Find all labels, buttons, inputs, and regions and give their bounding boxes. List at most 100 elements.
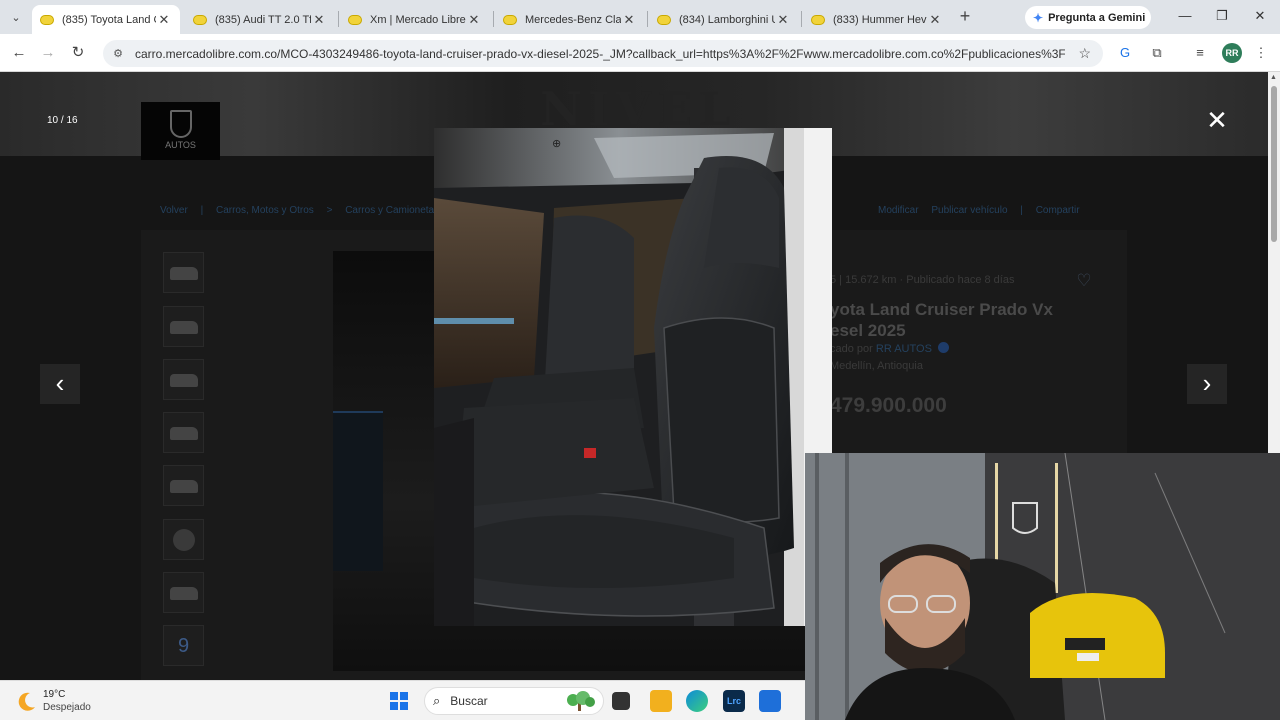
lightroom-icon[interactable]: Lrc [723,690,745,712]
store-app-icon[interactable] [759,690,781,712]
store-logo[interactable]: AUTOS [141,102,220,160]
tab-title: Xm | Mercado Libre [370,13,466,26]
tab-separator [338,11,339,27]
search-icon: ⌕ [433,693,441,708]
webcam-overlay [805,453,1280,720]
edge-browser-icon[interactable] [686,690,708,712]
more-photos-thumbnail[interactable]: 9 [163,625,204,666]
reload-icon[interactable]: ↻ [68,43,88,63]
thumbnail[interactable] [163,306,204,347]
mercadolibre-favicon-icon [811,14,825,25]
listing-location: Medellín, Antioquia [830,360,923,372]
breadcrumb-back-link[interactable]: Volver [160,205,188,216]
close-window-icon[interactable]: ✕ [1250,8,1270,24]
tab-separator [647,11,648,27]
search-placeholder: Buscar [450,694,488,708]
new-tab-button[interactable]: + [956,7,974,26]
mercadolibre-favicon-icon [193,14,207,25]
modify-link[interactable]: Modificar [878,205,919,216]
tab-title: (833) Hummer Hev 3 [833,13,927,26]
tab-audi[interactable]: (835) Audi TT 2.0 Tfsi ✕ [185,5,335,34]
tab-separator [801,11,802,27]
omnibox[interactable]: ⚙ carro.mercadolibre.com.co/MCO-43032494… [103,40,1103,67]
media-controls-icon[interactable]: ≡ [1191,44,1209,62]
moon-weather-icon[interactable] [16,690,38,712]
tab-close-icon[interactable]: ✕ [466,12,482,28]
breadcrumb-separator: > [326,205,333,216]
close-gallery-icon[interactable]: ✕ [1206,107,1228,133]
back-arrow-icon[interactable]: ← [9,43,29,63]
tab-separator [493,11,494,27]
tab-close-icon[interactable]: ✕ [621,12,637,28]
weather-description[interactable]: Despejado [43,702,91,713]
favorite-heart-icon[interactable]: ♡ [1075,272,1093,290]
thumbnail[interactable] [163,252,204,293]
bookmark-star-icon[interactable]: ☆ [1078,45,1091,62]
thumbnail[interactable] [163,519,204,560]
scrollbar-thumb[interactable] [1271,86,1277,242]
tab-close-icon[interactable]: ✕ [311,12,327,28]
mercadolibre-favicon-icon [503,14,517,25]
thumbnail[interactable] [163,572,204,613]
windows-start-icon[interactable] [390,692,408,710]
listing-price: 479.900.000 [830,394,947,417]
tab-search-chevron-icon[interactable]: ⌄ [6,7,26,27]
minimize-icon[interactable]: — [1175,8,1195,23]
thumbnail[interactable] [163,412,204,453]
tab-title: (835) Audi TT 2.0 Tfsi [215,13,311,26]
breadcrumb-subcategory[interactable]: Carros y Camionetas [345,205,439,216]
gallery-counter: 10 / 16 [47,115,78,126]
gemini-button[interactable]: ✦ Pregunta a Gemini [1025,6,1151,29]
scroll-up-icon[interactable]: ▲ [1270,74,1277,81]
windows-taskbar: 19°C Despejado ⌕ Buscar Lrc [0,680,805,720]
tab-hummer[interactable]: (833) Hummer Hev 3 ✕ [803,5,951,34]
address-toolbar: ← → ↻ ⚙ carro.mercadolibre.com.co/MCO-43… [0,34,1280,72]
extensions-puzzle-icon[interactable]: ⧉ [1148,44,1166,62]
webcam-video [805,453,1280,720]
previous-photo-button[interactable]: ‹ [40,364,80,404]
gemini-label: Pregunta a Gemini [1048,11,1146,24]
lightbox-photo[interactable] [434,128,832,626]
site-info-icon[interactable]: ⚙ [111,47,125,61]
thumbnail[interactable] [163,465,204,506]
tab-mercedes[interactable]: Mercedes-Benz Clase ✕ [495,5,645,34]
gemini-sparkle-icon: ✦ [1033,10,1044,25]
tab-xm[interactable]: Xm | Mercado Libre ✕ [340,5,490,34]
car-interior-photo [434,128,804,626]
store-logo-text: AUTOS [165,140,196,150]
mercadolibre-favicon-icon [40,14,54,25]
chrome-menu-icon[interactable]: ⋮ [1252,44,1270,62]
mercadolibre-favicon-icon [348,14,362,25]
listing-actions: Modificar Publicar vehículo | Compartir [878,205,1090,216]
breadcrumb-separator: | [200,205,204,216]
tab-close-icon[interactable]: ✕ [927,12,943,28]
tab-toyota[interactable]: (835) Toyota Land Cr ✕ [32,5,180,34]
share-link[interactable]: Compartir [1036,205,1080,216]
seller-prefix: cado por [830,343,873,355]
restore-icon[interactable]: ❐ [1212,8,1232,24]
search-highlight-tree-icon [567,691,595,711]
forward-arrow-icon[interactable]: → [38,43,58,63]
thumbnail[interactable] [163,359,204,400]
breadcrumb: Volver | Carros, Motos y Otros > Carros … [160,205,449,216]
file-explorer-icon[interactable] [650,690,672,712]
task-view-icon[interactable] [612,692,630,710]
seller-link[interactable]: RR AUTOS [876,343,932,355]
tab-lamborghini[interactable]: (834) Lamborghini U ✕ [649,5,799,34]
tab-strip: ⌄ (835) Toyota Land Cr ✕ (835) Audi TT 2… [0,0,1280,34]
page-scrollbar[interactable]: ▲ [1268,72,1280,453]
tab-close-icon[interactable]: ✕ [775,12,791,28]
publish-vehicle-link[interactable]: Publicar vehículo [931,205,1007,216]
tab-title: (834) Lamborghini U [679,13,775,26]
next-photo-button[interactable]: › [1187,364,1227,404]
translate-icon[interactable]: G [1116,44,1134,62]
tab-close-icon[interactable]: ✕ [156,12,172,28]
url-text[interactable]: carro.mercadolibre.com.co/MCO-4303249486… [135,47,1065,61]
seller-line: cado por RR AUTOS [830,342,949,355]
listing-title: yota Land Cruiser Prado Vx esel 2025 [830,300,1053,340]
profile-avatar[interactable]: RR [1222,43,1242,63]
weather-temperature[interactable]: 19°C [43,689,65,700]
verified-badge-icon [937,342,949,353]
taskbar-search[interactable]: ⌕ Buscar [424,687,604,715]
breadcrumb-category[interactable]: Carros, Motos y Otros [216,205,314,216]
